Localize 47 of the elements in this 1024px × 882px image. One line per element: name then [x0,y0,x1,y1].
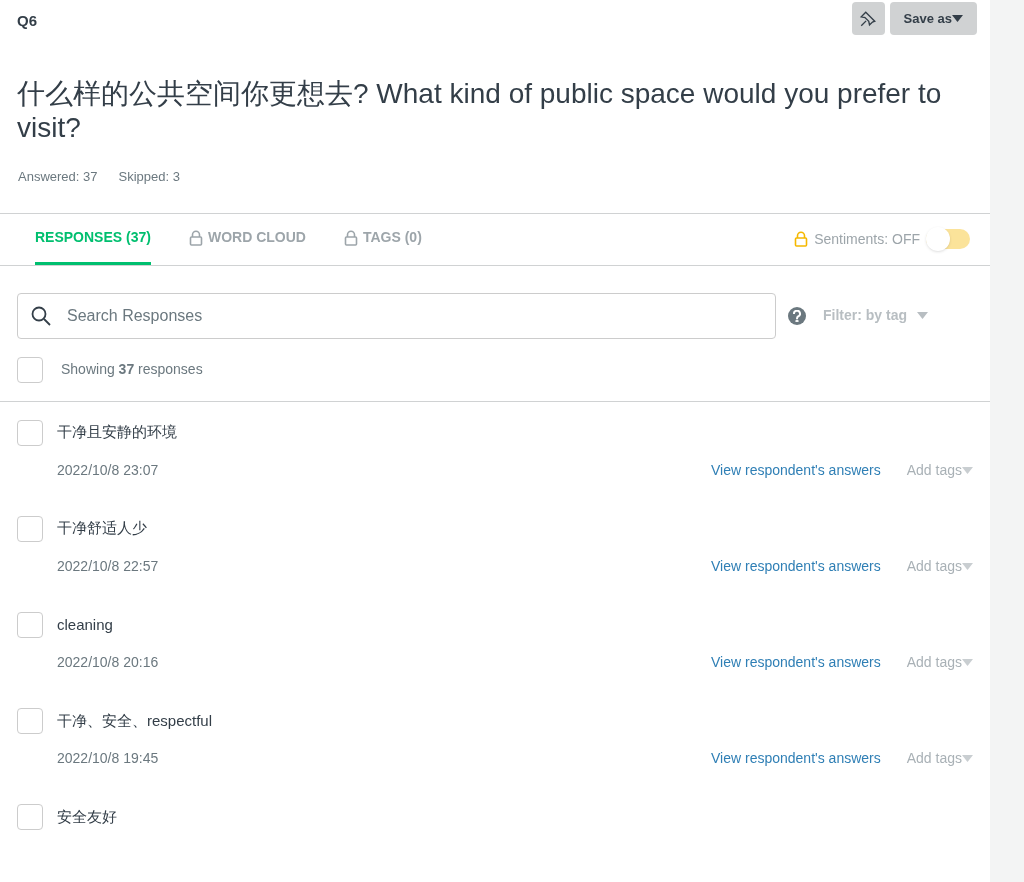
checkbox[interactable] [17,611,43,638]
help-icon[interactable] [788,306,806,325]
pin-button[interactable] [851,2,885,35]
response-text: 干净、安全、respectful [57,710,213,731]
caret-icon [962,562,973,570]
view-answers-link[interactable]: View respondent's answers [711,555,881,577]
checkbox[interactable] [17,356,43,383]
search-field[interactable]: Search Responses [17,292,776,339]
checkbox[interactable] [17,419,43,446]
tab[interactable]: RESPONSES (37) [35,213,151,265]
response-date: 2022/10/8 22:57 [57,556,159,576]
response-date: 2022/10/8 19:45 [57,748,159,768]
save-as-button[interactable]: Save as [889,2,977,35]
view-answers-link[interactable]: View respondent's answers [711,651,881,673]
caret-icon [962,754,973,762]
view-answers-link[interactable]: View respondent's answers [711,459,881,481]
skipped-count: Skipped: 3 [118,168,180,186]
response-text: cleaning [57,614,113,635]
response-text: 安全友好 [57,806,117,827]
view-answers-link[interactable]: View respondent's answers [711,747,881,769]
response-date: 2022/10/8 23:07 [57,460,159,480]
add-tags-dropdown[interactable]: Add tags [906,555,973,577]
filter-dropdown[interactable]: Filter: by tag [823,305,928,327]
answered-count: Answered: 37 [18,168,98,186]
checkbox[interactable] [17,707,43,734]
question-title: 什么样的公共空间你更想去? What kind of public space would you prefer to visit? [17,77,943,145]
add-tags-dropdown[interactable]: Add tags [906,651,973,673]
question-number: Q6 [17,11,37,31]
lock-icon [794,231,809,248]
add-tags-dropdown[interactable]: Add tags [906,747,973,769]
caret-icon [962,466,973,474]
response-count: Showing 37 responses [61,360,203,380]
caret-icon [962,658,973,666]
response-text: 干净舒适人少 [57,518,147,539]
sentiments-label: Sentiments: OFF [814,229,920,249]
sentiments-toggle[interactable] [926,229,970,250]
pin-icon [859,9,878,28]
caret-icon [917,312,928,320]
response-text: 干净且安静的环境 [57,422,177,443]
checkbox[interactable] [17,803,43,830]
caret-icon [952,15,963,22]
search-icon [31,305,51,326]
checkbox[interactable] [17,515,43,542]
add-tags-dropdown[interactable]: Add tags [906,459,973,481]
response-date: 2022/10/8 20:16 [57,652,159,672]
tab[interactable]: WORD CLOUD [188,213,306,265]
tab[interactable]: TAGS (0) [343,213,422,265]
